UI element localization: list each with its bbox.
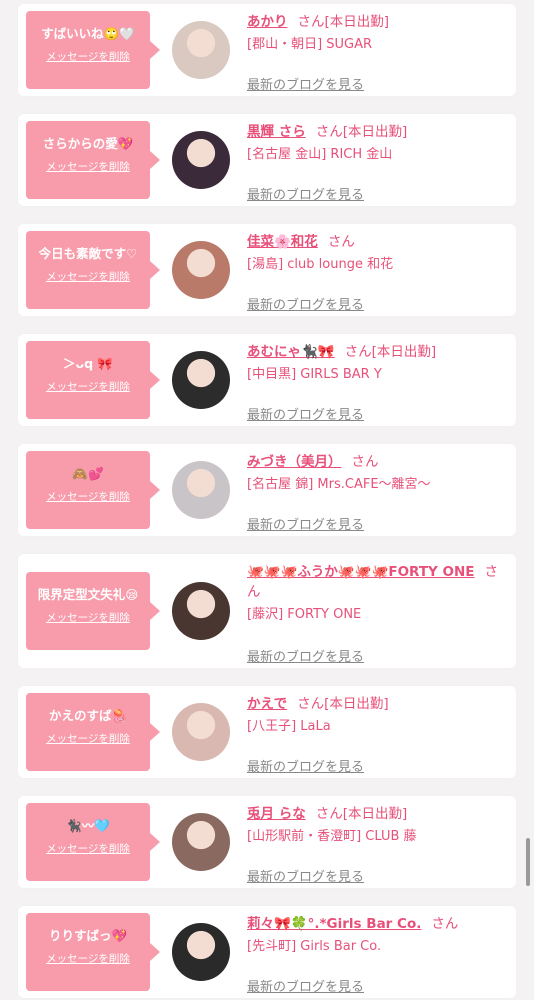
- name-line: あむにゃ🐈‍⬛🎀 さん[本日出勤]: [247, 342, 507, 362]
- delete-message-link[interactable]: メッセージを削除: [26, 841, 150, 856]
- message-bubble: 🙈💕 メッセージを削除: [26, 451, 160, 529]
- shop-name: [湯島] club lounge 和花: [247, 257, 394, 272]
- message-bubble: かえのすば🪼 メッセージを削除: [26, 693, 160, 771]
- profile-info: 黒輝 さら さん[本日出勤] [名古屋 金山] RICH 金山最新のブログを見る: [247, 122, 507, 206]
- profile-info: 🐙🐙🐙ふうか🐙🐙🐙FORTY ONE さん [藤沢] FORTY ONE 最新のブログ…: [247, 562, 507, 668]
- message-bubble: ＞ᴗq 🎀 メッセージを削除: [26, 341, 160, 419]
- latest-blog-link[interactable]: 最新のブログを見る: [247, 514, 364, 533]
- avatar[interactable]: [172, 21, 230, 79]
- avatar[interactable]: [172, 813, 230, 871]
- profile-info: みづき（美月） さん [名古屋 錦] Mrs.CAFE〜離宮〜最新のブログを見る: [247, 452, 507, 536]
- shop-name: [郡山・朝日] SUGAR: [247, 37, 373, 52]
- scrollbar[interactable]: [526, 838, 530, 886]
- delete-message-link[interactable]: メッセージを削除: [26, 379, 150, 394]
- message-bubble: 🐈‍⬛〰🩵 メッセージを削除: [26, 803, 160, 881]
- name-line: 佳菜🌸和花 さん: [247, 232, 507, 252]
- message-card: ＞ᴗq 🎀 メッセージを削除 あむにゃ🐈‍⬛🎀 さん[本日出勤] [中目黒] GIRLS…: [18, 334, 516, 426]
- name-line: かえで さん[本日出勤]: [247, 694, 507, 714]
- cast-name-link[interactable]: 莉々🎀🍀°.*Girls Bar Co.: [247, 916, 421, 932]
- shop-name: [山形駅前・香澄町] CLUB 藤: [247, 829, 417, 844]
- message-card: 🙈💕 メッセージを削除 みづき（美月） さん [名古屋 錦] Mrs.CAFE〜離宮〜最…: [18, 444, 516, 536]
- avatar[interactable]: [172, 923, 230, 981]
- profile-info: 兎月 らな さん[本日出勤] [山形駅前・香澄町] CLUB 藤最新のブログを見る: [247, 804, 507, 888]
- delete-message-link[interactable]: メッセージを削除: [26, 951, 150, 966]
- message-card: 限界定型文失礼😪 メッセージを削除 🐙🐙🐙ふうか🐙🐙🐙FORTY ONE さん [藤沢]…: [18, 554, 516, 668]
- name-line: みづき（美月） さん: [247, 452, 507, 472]
- latest-blog-link[interactable]: 最新のブログを見る: [247, 756, 364, 775]
- message-bubble: りりすばっ💖 メッセージを削除: [26, 913, 160, 991]
- shop-name: [名古屋 金山] RICH 金山: [247, 147, 393, 162]
- message-text: すばいいね🙄🤍: [41, 26, 135, 41]
- latest-blog-link[interactable]: 最新のブログを見る: [247, 976, 364, 995]
- name-line: 黒輝 さら さん[本日出勤]: [247, 122, 507, 142]
- avatar[interactable]: [172, 703, 230, 761]
- profile-info: 佳菜🌸和花 さん [湯島] club lounge 和花最新のブログを見る: [247, 232, 507, 316]
- name-suffix: さん[本日出勤]: [315, 124, 408, 140]
- cast-name-link[interactable]: 兎月 らな: [247, 806, 306, 822]
- shop-name: [八王子] LaLa: [247, 719, 331, 734]
- message-text: 🐈‍⬛〰🩵: [66, 818, 110, 833]
- cast-name-link[interactable]: 🐙🐙🐙ふうか🐙🐙🐙FORTY ONE: [247, 564, 475, 580]
- delete-message-link[interactable]: メッセージを削除: [26, 731, 150, 746]
- message-card: りりすばっ💖 メッセージを削除 莉々🎀🍀°.*Girls Bar Co. さん [先斗町…: [18, 906, 516, 998]
- name-line: 🐙🐙🐙ふうか🐙🐙🐙FORTY ONE さん: [247, 562, 507, 602]
- message-card: すばいいね🙄🤍 メッセージを削除 あかり さん[本日出勤] [郡山・朝日] SUGAR 最…: [18, 4, 516, 96]
- cast-name-link[interactable]: 黒輝 さら: [247, 124, 306, 140]
- message-text: ＞ᴗq 🎀: [63, 356, 113, 371]
- message-card: 🐈‍⬛〰🩵 メッセージを削除 兎月 らな さん[本日出勤] [山形駅前・香澄町] CLU…: [18, 796, 516, 888]
- cast-name-link[interactable]: みづき（美月）: [247, 454, 342, 470]
- message-bubble: さらからの愛💖 メッセージを削除: [26, 121, 160, 199]
- message-text: かえのすば🪼: [48, 708, 128, 723]
- name-line: 兎月 らな さん[本日出勤]: [247, 804, 507, 824]
- latest-blog-link[interactable]: 最新のブログを見る: [247, 74, 364, 93]
- profile-info: 莉々🎀🍀°.*Girls Bar Co. さん [先斗町] Girls Bar Co…: [247, 914, 507, 998]
- latest-blog-link[interactable]: 最新のブログを見る: [247, 184, 364, 203]
- avatar[interactable]: [172, 461, 230, 519]
- message-card: さらからの愛💖 メッセージを削除 黒輝 さら さん[本日出勤] [名古屋 金山] RIC…: [18, 114, 516, 206]
- delete-message-link[interactable]: メッセージを削除: [26, 489, 150, 504]
- message-bubble: 今日も素敵です♡ メッセージを削除: [26, 231, 160, 309]
- cast-name-link[interactable]: あむにゃ🐈‍⬛🎀: [247, 344, 335, 360]
- delete-message-link[interactable]: メッセージを削除: [26, 159, 150, 174]
- name-line: 莉々🎀🍀°.*Girls Bar Co. さん: [247, 914, 507, 934]
- message-card: 今日も素敵です♡ メッセージを削除 佳菜🌸和花 さん [湯島] club lounge …: [18, 224, 516, 316]
- name-suffix: さん[本日出勤]: [315, 806, 408, 822]
- avatar[interactable]: [172, 241, 230, 299]
- latest-blog-link[interactable]: 最新のブログを見る: [247, 646, 364, 665]
- name-suffix: さん: [431, 916, 459, 932]
- delete-message-link[interactable]: メッセージを削除: [26, 49, 150, 64]
- name-suffix: さん[本日出勤]: [297, 14, 390, 30]
- latest-blog-link[interactable]: 最新のブログを見る: [247, 404, 364, 423]
- avatar[interactable]: [172, 131, 230, 189]
- message-text: 限界定型文失礼😪: [37, 587, 139, 602]
- message-text: 今日も素敵です♡: [38, 246, 138, 261]
- shop-name: [名古屋 錦] Mrs.CAFE〜離宮〜: [247, 477, 431, 492]
- message-text: さらからの愛💖: [42, 136, 134, 151]
- latest-blog-link[interactable]: 最新のブログを見る: [247, 866, 364, 885]
- profile-info: かえで さん[本日出勤] [八王子] LaLa 最新のブログを見る: [247, 694, 507, 778]
- name-suffix: さん: [351, 454, 379, 470]
- shop-name: [藤沢] FORTY ONE: [247, 607, 362, 622]
- avatar[interactable]: [172, 351, 230, 409]
- profile-info: あむにゃ🐈‍⬛🎀 さん[本日出勤] [中目黒] GIRLS BAR Y 最新のブログを…: [247, 342, 507, 426]
- message-text: りりすばっ💖: [48, 928, 128, 943]
- avatar[interactable]: [172, 582, 230, 640]
- profile-info: あかり さん[本日出勤] [郡山・朝日] SUGAR 最新のブログを見る: [247, 12, 507, 96]
- message-bubble: すばいいね🙄🤍 メッセージを削除: [26, 11, 160, 89]
- name-suffix: さん[本日出勤]: [344, 344, 437, 360]
- latest-blog-link[interactable]: 最新のブログを見る: [247, 294, 364, 313]
- delete-message-link[interactable]: メッセージを削除: [26, 610, 150, 625]
- name-suffix: さん[本日出勤]: [297, 696, 389, 712]
- name-suffix: さん: [327, 234, 355, 250]
- cast-name-link[interactable]: かえで: [247, 696, 287, 712]
- shop-name: [中目黒] GIRLS BAR Y: [247, 367, 382, 382]
- shop-name: [先斗町] Girls Bar Co.: [247, 939, 382, 954]
- name-line: あかり さん[本日出勤]: [247, 12, 507, 32]
- cast-name-link[interactable]: 佳菜🌸和花: [247, 234, 318, 250]
- message-card: かえのすば🪼 メッセージを削除 かえで さん[本日出勤] [八王子] LaLa 最新のブロ…: [18, 686, 516, 778]
- cast-name-link[interactable]: あかり: [247, 14, 288, 30]
- message-text: 🙈💕: [72, 466, 104, 481]
- message-bubble: 限界定型文失礼😪 メッセージを削除: [26, 572, 160, 650]
- delete-message-link[interactable]: メッセージを削除: [26, 269, 150, 284]
